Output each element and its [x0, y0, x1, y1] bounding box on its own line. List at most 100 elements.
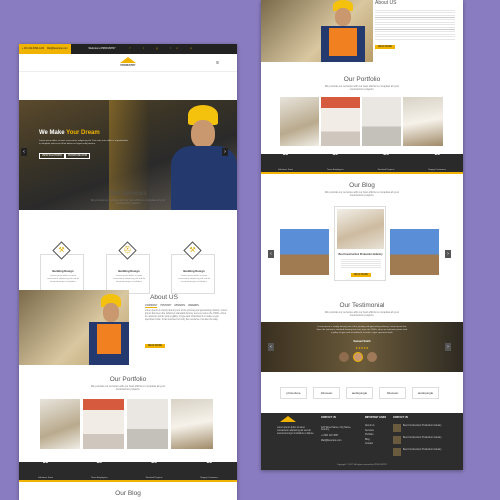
portfolio-image-4[interactable] [403, 97, 443, 146]
logo-text: PRODUSTRY [120, 63, 136, 67]
testimonial-prev-arrow-icon[interactable]: ‹ [268, 343, 274, 351]
footer-news-thumb[interactable] [393, 448, 401, 456]
phone-text: + 001 242-9990-1234 [22, 48, 45, 50]
left-page-preview: + 001 242-9990-1234 Mail@Example.com Wel… [19, 44, 237, 500]
email-text: Mail@Example.com [47, 48, 68, 50]
service-card[interactable]: Building Design Lorem ipsum dolor sit ame… [171, 254, 215, 294]
testimonial-avatar-1[interactable] [353, 352, 363, 362]
stat-item: 19 Team Employees [327, 151, 344, 175]
portfolio-title: Our Portfolio [343, 76, 381, 83]
about-worker-vest [97, 324, 121, 354]
stat-number: 19 [96, 459, 103, 465]
footer-address: 123 Street Name, City Name, Country [321, 427, 351, 431]
about-title: About US [375, 0, 397, 6]
brand-logo[interactable]: photodune [280, 387, 307, 399]
stat-item: 19 Team Employees [91, 459, 108, 483]
service-card[interactable]: Building Design Lorem ipsum dolor sit ame… [106, 254, 150, 294]
social-icons[interactable]: f t g in p [130, 48, 198, 50]
footer-link[interactable]: Services [365, 430, 374, 432]
view-solutions-button[interactable]: VIEW SOLUTIONS [39, 153, 65, 159]
blog-image-1[interactable] [280, 229, 329, 275]
tab-history[interactable]: HISTORY [160, 304, 171, 308]
footer-email[interactable]: Mail@Example.com [321, 440, 341, 442]
footer-logo-mark-icon [280, 416, 296, 422]
stat-item: 33 Happy Customers [428, 151, 446, 175]
hammer-icon: ⚒ [189, 247, 196, 254]
purchase-now-button[interactable]: PURCHASE NOW [65, 153, 91, 159]
footer-news-title: CONTACT US [393, 417, 408, 419]
testimonial-author: Samuel Smith [353, 340, 371, 343]
about-title: About US [150, 294, 178, 301]
portfolio-image-1[interactable] [40, 399, 80, 449]
testimonial-description: We provide our services with our best ef… [324, 311, 400, 318]
logo-mark-icon [120, 56, 136, 63]
blog-image-3[interactable] [390, 229, 439, 275]
portfolio-image-4[interactable] [171, 399, 213, 449]
hero-description: Lorem ipsum dolor sit amet consectetur a… [39, 140, 128, 145]
portfolio-image-2[interactable] [321, 97, 360, 146]
service-card[interactable]: Building Design Lorem ipsum dolor sit ame… [40, 254, 84, 294]
about-image [261, 0, 373, 62]
blog-post-title: Best Construction Production Industry [338, 253, 383, 256]
stat-item: 26 Finished Projects [146, 459, 163, 483]
portfolio-description: We provide our services with our best ef… [324, 85, 400, 92]
stat-label: Happy Customers [200, 477, 218, 479]
portfolio-image-3[interactable] [127, 399, 168, 449]
hero-title: We Make Your Dream [39, 130, 100, 136]
blog-next-arrow-icon[interactable]: › [445, 250, 451, 258]
brand-logo[interactable]: audiojungle [412, 387, 439, 399]
footer-link[interactable]: Portfolio [365, 434, 373, 436]
blog-prev-arrow-icon[interactable]: ‹ [268, 250, 274, 258]
stats-bar: 13 Solutions Team 19 Team Employees 26 Fini… [261, 151, 463, 175]
stat-number: 13 [282, 151, 289, 157]
blog-read-more-button[interactable]: READ MORE [351, 273, 371, 277]
footer-about-text: Lorem ipsum dolor sit amet consectetur a… [277, 427, 315, 435]
footer-link[interactable]: Blog [365, 439, 370, 441]
service-title: Building Design [183, 269, 205, 273]
service-description: Lorem ipsum dolor sit amet consectetur a… [177, 275, 211, 283]
about-text-lines [375, 10, 455, 40]
blog-description: We provide our services with our best ef… [324, 191, 400, 198]
top-bar: + 001 242-9990-1234 Mail@Example.com Wel… [19, 44, 237, 54]
slider-prev-arrow-icon[interactable]: ‹ [21, 148, 27, 156]
about-worker-vest [329, 28, 357, 56]
footer-news-title[interactable]: Best Construction Production Industry [403, 425, 447, 428]
footer-news-title[interactable]: Best Construction Production Industry [403, 437, 447, 440]
about-read-more-button[interactable]: READ MORE [145, 344, 165, 348]
services-title: Our Services [109, 190, 147, 197]
tab-company[interactable]: COMPANY [145, 304, 158, 308]
footer-news-title[interactable]: Best Construction Production Industry [403, 449, 447, 452]
top-bar-contact: + 001 242-9990-1234 Mail@Example.com [19, 44, 71, 54]
service-title: Building Design [52, 269, 74, 273]
portfolio-image-1[interactable] [280, 97, 319, 146]
tab-awards[interactable]: AWARDS [188, 304, 199, 308]
testimonial-avatar-3[interactable] [339, 352, 349, 362]
stat-item: 13 Solutions Team [278, 151, 293, 175]
footer-link[interactable]: About Us [365, 425, 374, 427]
footer-contact-title: CONTACT US [321, 417, 336, 419]
worker-face [191, 120, 215, 148]
portfolio-image-3[interactable] [362, 97, 401, 146]
brand-logo[interactable]: audiojungle [346, 387, 373, 399]
about-read-more-button[interactable]: READ MORE [375, 45, 395, 49]
menu-icon[interactable]: ≡ [216, 60, 219, 66]
tab-mission[interactable]: MISSION [175, 304, 186, 308]
site-logo[interactable]: PRODUSTRY [117, 56, 139, 69]
testimonial-quote: Lorem ipsum is simply dummy text of the … [316, 326, 408, 334]
footer-link[interactable]: Contact [365, 443, 373, 445]
blog-card-featured[interactable]: Best Construction Production Industry RE… [334, 206, 386, 281]
services-description: We provide our services with our best ef… [90, 199, 166, 206]
footer-news-thumb[interactable] [393, 424, 401, 432]
testimonial-next-arrow-icon[interactable]: › [445, 343, 451, 351]
about-tabs: COMPANY HISTORY MISSION AWARDS [145, 304, 199, 308]
footer-news-thumb[interactable] [393, 436, 401, 444]
brand-logo[interactable]: 3docean [379, 387, 406, 399]
testimonial-avatar-2[interactable] [367, 352, 377, 362]
slider-next-arrow-icon[interactable]: › [222, 148, 228, 156]
tools-icon: ⚒ [58, 247, 65, 254]
portfolio-image-2[interactable] [83, 399, 124, 449]
stat-number: 19 [332, 151, 339, 157]
stat-label: Finished Projects [145, 477, 163, 479]
helmet-icon: ⛑ [123, 247, 132, 254]
brand-logo[interactable]: 3docean [313, 387, 340, 399]
